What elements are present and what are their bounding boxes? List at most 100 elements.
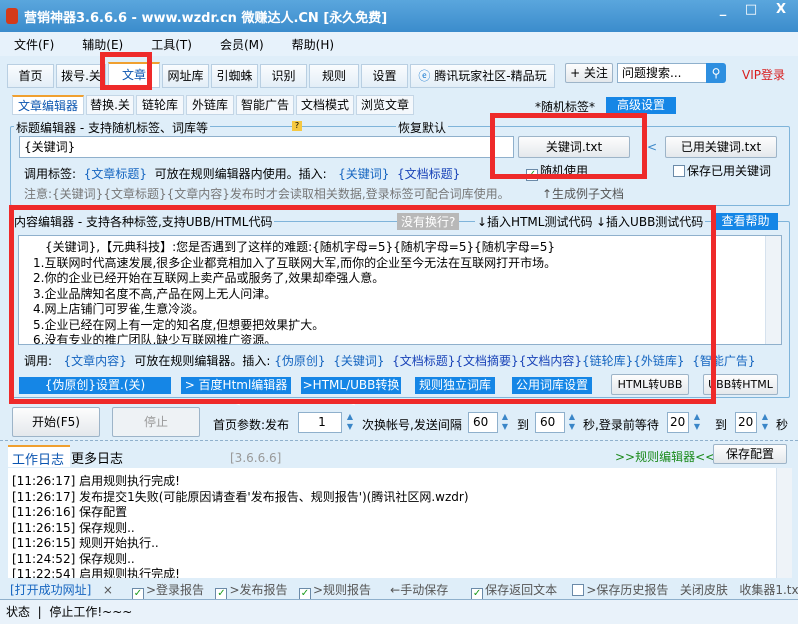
open-success-url-link[interactable]: [打开成功网址] <box>10 583 91 597</box>
log-line: [11:26:16] 保存配置 <box>12 505 128 519</box>
wait-min-input[interactable]: 20 <box>667 412 689 433</box>
insert-smart-ads[interactable]: {智能广告} <box>692 354 755 368</box>
menu-tools[interactable]: 工具(T) <box>151 36 192 53</box>
subtab-external-links[interactable]: 外链库 <box>186 95 234 115</box>
minimize-button[interactable]: _ <box>710 2 736 22</box>
insert-doc-summary[interactable]: {文档摘要} <box>455 354 518 368</box>
insert-doc-title-tag[interactable]: {文档标题} <box>397 167 460 181</box>
interval-max-spinner[interactable]: ▲ ▼ <box>567 412 577 432</box>
subtab-browse-article[interactable]: 浏览文章 <box>356 95 414 115</box>
rule-editor-link[interactable]: >>规则编辑器<< <box>615 448 715 465</box>
subtab-chain-library[interactable]: 链轮库 <box>136 95 184 115</box>
insert-doc-title[interactable]: {文档标题} <box>392 354 455 368</box>
html-to-ubb-button[interactable]: HTML转UBB <box>611 374 689 395</box>
no-wrap-button[interactable]: 没有换行? <box>397 213 460 230</box>
wait-min-spinner[interactable]: ▲ ▼ <box>692 412 702 432</box>
follow-button[interactable]: + 关注 <box>565 63 613 83</box>
insert-ubb-test-link[interactable]: ↓插入UBB测试代码 <box>594 213 706 230</box>
menu-assist[interactable]: 辅助(E) <box>82 36 123 53</box>
pseudo-original-settings-button[interactable]: {伪原创}设置.(关) <box>19 377 171 394</box>
log-line: [11:26:17] 发布提交1失败(可能原因请查看'发布报告、规则报告')(腾… <box>12 489 469 504</box>
subtab-replace[interactable]: 替换.关 <box>86 95 134 115</box>
tab-settings[interactable]: 设置 <box>361 64 408 88</box>
ubb-to-html-button[interactable]: UBB转HTML <box>703 374 778 395</box>
rule-lexicon-button[interactable]: 规则独立词库 <box>415 377 495 394</box>
tab-rules[interactable]: 规则 <box>309 64 359 88</box>
subtab-smart-ads[interactable]: 智能广告 <box>236 95 294 115</box>
menu-member[interactable]: 会员(M) <box>220 36 264 53</box>
help-icon[interactable]: ? <box>292 121 302 131</box>
insert-keyword-tag[interactable]: {关键词} <box>338 167 389 181</box>
public-lexicon-button[interactable]: 公用词库设置 <box>512 377 592 394</box>
save-config-button[interactable]: 保存配置 <box>713 444 787 464</box>
insert-html-test-link[interactable]: ↓插入HTML测试代码 <box>475 213 595 230</box>
content-textarea[interactable]: {关键词},【元典科技】:您是否遇到了这样的难题:{随机字母=5}{随机字母=5… <box>18 235 782 345</box>
save-return-text-checkbox[interactable]: ✓ 保存返回文本 <box>471 583 557 600</box>
clear-button[interactable]: × <box>103 583 113 597</box>
tab-work-log[interactable]: 工作日志 <box>8 445 70 468</box>
publish-count-spinner[interactable]: ▲ ▼ <box>345 412 355 432</box>
window-title: 营销神器3.6.6.6 - www.wzdr.cn 微赚达人.CN [永久免费] <box>24 10 388 26</box>
log-scrollbar[interactable] <box>776 468 792 578</box>
login-report-checkbox[interactable]: ✓ >登录报告 <box>131 583 204 600</box>
menu-file[interactable]: 文件(F) <box>14 36 54 53</box>
restore-default-link[interactable]: 恢复默认 <box>396 119 449 136</box>
publish-report-checkbox[interactable]: ✓ >发布报告 <box>215 583 288 600</box>
close-button[interactable]: X <box>768 2 794 22</box>
title-input[interactable]: {关键词} <box>19 136 514 158</box>
insert-external-links[interactable]: {外链库} <box>633 354 684 368</box>
log-line: [11:22:54] 启用规则执行完成! <box>12 567 180 578</box>
menu-help[interactable]: 帮助(H) <box>292 36 334 53</box>
tab-article[interactable]: 文章 <box>108 62 160 88</box>
insert-doc-content[interactable]: {文档内容} <box>519 354 582 368</box>
tab-spider[interactable]: 引蜘蛛 <box>211 64 258 88</box>
interval-min-spinner[interactable]: ▲ ▼ <box>500 412 510 432</box>
save-used-keywords-checkbox[interactable]: 保存已用关键词 <box>673 162 771 179</box>
start-button[interactable]: 开始(F5) <box>12 407 100 437</box>
search-icon[interactable]: ⚲ <box>706 63 726 83</box>
subtab-doc-mode[interactable]: 文档模式 <box>296 95 354 115</box>
insert-pseudo-original[interactable]: {伪原创} <box>274 354 325 368</box>
tab-dial[interactable]: 拨号.关 <box>56 64 106 88</box>
baidu-html-editor-button[interactable]: > 百度Html编辑器< <box>181 377 291 409</box>
used-keywords-txt-button[interactable]: 已用关键词.txt <box>665 136 777 158</box>
insert-chain-library[interactable]: {链轮库} <box>582 354 633 368</box>
interval-min-input[interactable]: 60 <box>468 412 498 433</box>
vip-login-link[interactable]: VIP登录 <box>742 66 785 83</box>
param-label-1: 首页参数:发布 <box>213 418 290 432</box>
rule-report-checkbox[interactable]: ✓ >规则报告 <box>299 583 371 600</box>
view-help-button[interactable]: 查看帮助 <box>713 213 778 230</box>
keywords-txt-button[interactable]: 关键词.txt <box>518 136 630 158</box>
maximize-button[interactable]: □ <box>738 2 764 22</box>
log-line: [11:26:15] 规则开始执行.. <box>12 536 159 550</box>
manual-save-link[interactable]: ←手动保存 <box>390 583 448 597</box>
tab-home[interactable]: 首页 <box>7 64 54 88</box>
random-tag-link[interactable]: *随机标签* <box>535 98 595 115</box>
menu-bar: 文件(F) 辅助(E) 工具(T) 会员(M) 帮助(H) <box>0 32 798 56</box>
article-title-tag[interactable]: {文章标题} <box>84 167 147 181</box>
close-skin-link[interactable]: 关闭皮肤 <box>680 583 728 597</box>
tab-tencent-community[interactable]: ⓔ 腾讯玩家社区-精品玩 <box>410 64 555 88</box>
article-content-tag[interactable]: {文章内容} <box>64 354 127 368</box>
title-bar: 营销神器3.6.6.6 - www.wzdr.cn 微赚达人.CN [永久免费]… <box>0 0 798 32</box>
search-input[interactable]: 问题搜索... <box>617 63 707 83</box>
save-history-report-checkbox[interactable]: >保存历史报告 <box>572 583 668 597</box>
advanced-settings-button[interactable]: 高级设置 <box>606 97 676 114</box>
subtab-article-editor[interactable]: 文章编辑器 <box>12 95 84 115</box>
stop-button[interactable]: 停止 <box>112 407 200 437</box>
tab-url-library[interactable]: 网址库 <box>162 64 209 88</box>
random-use-checkbox[interactable]: ✓ 随机使用 <box>526 162 588 181</box>
title-call-row: 调用标签: {文章标题} 可放在规则编辑器内使用。插入: {关键词} {文档标题… <box>24 167 461 181</box>
tab-recognize[interactable]: 识别 <box>260 64 307 88</box>
publish-count-input[interactable]: 1 <box>298 412 342 433</box>
collector-link[interactable]: 收集器1.txt <box>739 583 798 597</box>
wait-max-input[interactable]: 20 <box>735 412 757 433</box>
tab-more-log[interactable]: 更多日志 <box>71 448 123 467</box>
content-scrollbar[interactable] <box>765 236 781 344</box>
generate-example-link[interactable]: ↑生成例子文档 <box>542 185 624 202</box>
divider <box>0 440 798 441</box>
wait-max-spinner[interactable]: ▲ ▼ <box>760 412 770 432</box>
interval-max-input[interactable]: 60 <box>535 412 565 433</box>
html-ubb-convert-button[interactable]: >HTML/UBB转换< <box>301 377 401 409</box>
insert-keyword[interactable]: {关键词} <box>333 354 384 368</box>
